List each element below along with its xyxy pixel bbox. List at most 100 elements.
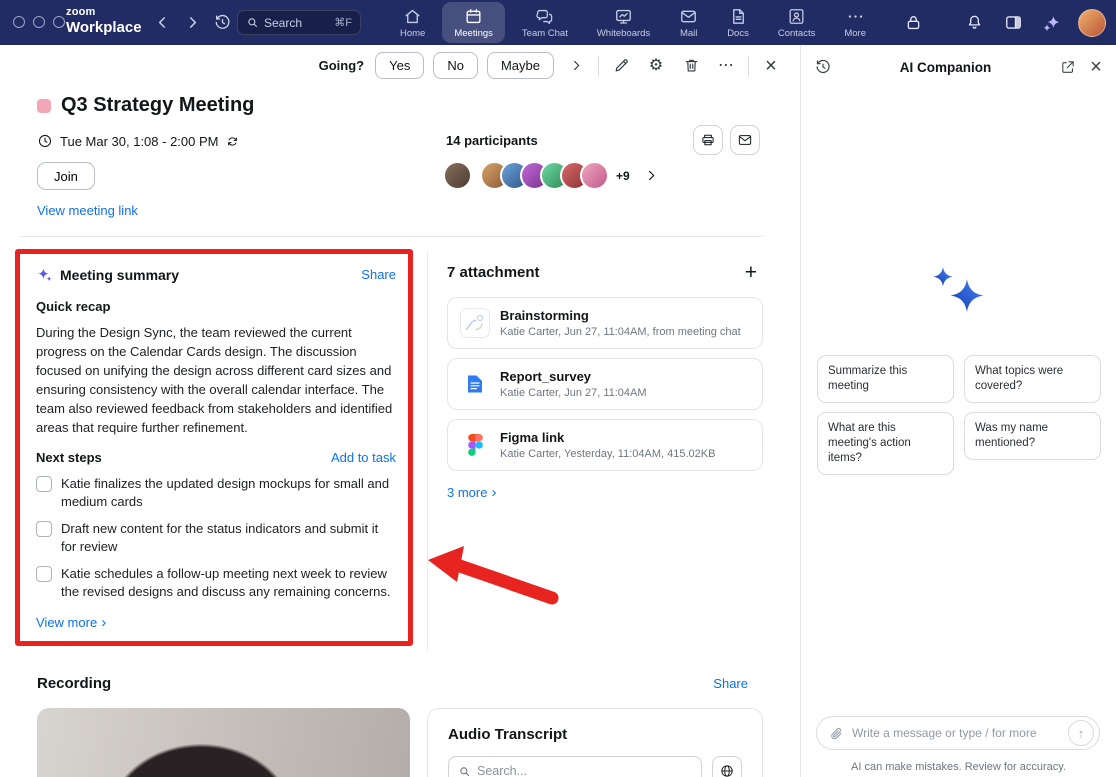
window-zoom-button[interactable]: [53, 16, 65, 28]
add-to-task-button[interactable]: Add to task: [331, 450, 396, 465]
ai-chip-summarize[interactable]: Summarize this meeting: [817, 355, 954, 403]
next-steps-title: Next steps: [36, 450, 331, 465]
chevron-right-icon: [184, 14, 201, 31]
attachment-item[interactable]: Brainstorming Katie Carter, Jun 27, 11:0…: [447, 297, 763, 349]
team-chat-icon: [535, 7, 554, 26]
ai-close-button[interactable]: ×: [1082, 53, 1110, 81]
rsvp-expand-button[interactable]: [563, 53, 589, 79]
recording-share-button[interactable]: Share: [713, 676, 748, 691]
figma-icon: [460, 430, 490, 460]
ai-pop-out-button[interactable]: [1054, 53, 1082, 81]
participants-row: +9: [443, 161, 659, 190]
close-icon: ×: [1090, 57, 1102, 77]
zoom-workplace-app: zoom Workplace ⌘F Home Meetings Team Cha…: [0, 0, 1116, 777]
task-text: Katie finalizes the updated design mocku…: [61, 475, 396, 511]
print-button[interactable]: [693, 125, 723, 155]
user-avatar[interactable]: [1078, 9, 1106, 37]
attachment-item[interactable]: Report_survey Katie Carter, Jun 27, 11:0…: [447, 358, 763, 410]
attachment-meta: Katie Carter, Jun 27, 11:04AM, from meet…: [500, 326, 741, 338]
task-checkbox[interactable]: [36, 521, 52, 537]
ai-send-button[interactable]: ↑: [1068, 720, 1094, 746]
edit-button[interactable]: [608, 53, 634, 79]
divider: [748, 56, 749, 76]
ai-history-button[interactable]: [809, 53, 837, 81]
nav-contacts[interactable]: Contacts: [766, 2, 828, 43]
meeting-title: Q3 Strategy Meeting: [61, 94, 254, 117]
close-meeting-detail-button[interactable]: ×: [758, 53, 784, 79]
attachments-more-link[interactable]: 3 more›: [447, 484, 496, 501]
ai-disclaimer: AI can make mistakes. Review for accurac…: [801, 761, 1116, 773]
ai-chip-topics[interactable]: What topics were covered?: [964, 355, 1101, 403]
nav-docs[interactable]: Docs: [715, 2, 761, 43]
attachments-header: 7 attachment +: [447, 262, 763, 283]
participants-expand-button[interactable]: [644, 168, 659, 183]
nav-label: More: [844, 28, 866, 39]
window-minimize-button[interactable]: [33, 16, 45, 28]
sketch-file-icon: [460, 308, 490, 338]
add-attachment-button[interactable]: +: [745, 262, 757, 283]
ai-chip-action-items[interactable]: What are this meeting's action items?: [817, 412, 954, 475]
meetings-icon: [464, 7, 483, 26]
transcript-search[interactable]: [448, 756, 702, 777]
notifications-button[interactable]: [961, 10, 987, 36]
task-text: Katie schedules a follow-up meeting next…: [61, 565, 396, 601]
recording-header: Recording Share: [37, 675, 748, 692]
task-text: Draft new content for the status indicat…: [61, 520, 396, 556]
join-button[interactable]: Join: [37, 162, 95, 190]
participants-overflow: +9: [616, 169, 630, 183]
transcript-search-input[interactable]: [477, 764, 692, 777]
more-options-button[interactable]: ⋯: [713, 53, 739, 79]
ai-companion-panel: AI Companion × Summarize this meeting Wh…: [800, 45, 1116, 777]
ai-chip-name-mentioned[interactable]: Was my name mentioned?: [964, 412, 1101, 460]
nav-meetings[interactable]: Meetings: [442, 2, 505, 43]
side-panel-toggle-button[interactable]: [1000, 10, 1026, 36]
global-search[interactable]: ⌘F: [237, 10, 361, 35]
nav-mail[interactable]: Mail: [667, 2, 710, 43]
window-controls: [13, 16, 65, 28]
task-item: Katie finalizes the updated design mocku…: [36, 475, 396, 511]
app-logo: zoom Workplace: [66, 6, 142, 36]
forward-button[interactable]: [180, 10, 204, 34]
calendar-color-chip: [37, 99, 51, 113]
translate-button[interactable]: [712, 756, 742, 777]
search-icon: [246, 16, 259, 29]
view-meeting-link[interactable]: View meeting link: [37, 203, 138, 218]
nav-home[interactable]: Home: [388, 2, 437, 43]
attachment-item[interactable]: Figma link Katie Carter, Yesterday, 11:0…: [447, 419, 763, 471]
recording-video-thumbnail[interactable]: [37, 708, 410, 777]
main-nav: Home Meetings Team Chat Whiteboards Mail…: [388, 0, 878, 45]
attachment-name: Report_survey: [500, 369, 647, 384]
ai-message-input[interactable]: [852, 726, 1060, 740]
search-input[interactable]: [264, 16, 329, 30]
bell-icon: [965, 13, 984, 32]
meeting-datetime-row: Tue Mar 30, 1:08 - 2:00 PM: [37, 133, 240, 149]
back-button[interactable]: [150, 10, 174, 34]
chevron-right-icon: [569, 58, 584, 73]
rsvp-yes-button[interactable]: Yes: [375, 52, 424, 79]
attachment-meta: Katie Carter, Jun 27, 11:04AM: [500, 387, 647, 399]
avatar[interactable]: [580, 161, 609, 190]
task-checkbox[interactable]: [36, 566, 52, 582]
topbar: zoom Workplace ⌘F Home Meetings Team Cha…: [0, 0, 1116, 45]
nav-team-chat[interactable]: Team Chat: [510, 2, 580, 43]
window-close-button[interactable]: [13, 16, 25, 28]
email-button[interactable]: [730, 125, 760, 155]
lock-button[interactable]: [900, 10, 926, 36]
ai-companion-button[interactable]: [1039, 10, 1065, 36]
nav-whiteboards[interactable]: Whiteboards: [585, 2, 662, 43]
brand-zoom: zoom: [66, 6, 142, 19]
history-button[interactable]: [210, 10, 234, 34]
avatar[interactable]: [443, 161, 472, 190]
task-checkbox[interactable]: [36, 476, 52, 492]
nav-more[interactable]: More: [832, 2, 878, 43]
settings-button[interactable]: ⚙: [643, 53, 669, 79]
summary-view-more-link[interactable]: View more›: [36, 614, 106, 631]
nav-label: Team Chat: [522, 28, 568, 39]
next-steps-list: Katie finalizes the updated design mocku…: [36, 475, 396, 601]
delete-button[interactable]: [678, 53, 704, 79]
summary-share-button[interactable]: Share: [361, 267, 396, 282]
ai-message-bar[interactable]: ↑: [816, 716, 1100, 750]
rsvp-no-button[interactable]: No: [433, 52, 478, 79]
audio-transcript-panel: Audio Transcript: [427, 708, 763, 777]
rsvp-maybe-button[interactable]: Maybe: [487, 52, 554, 79]
